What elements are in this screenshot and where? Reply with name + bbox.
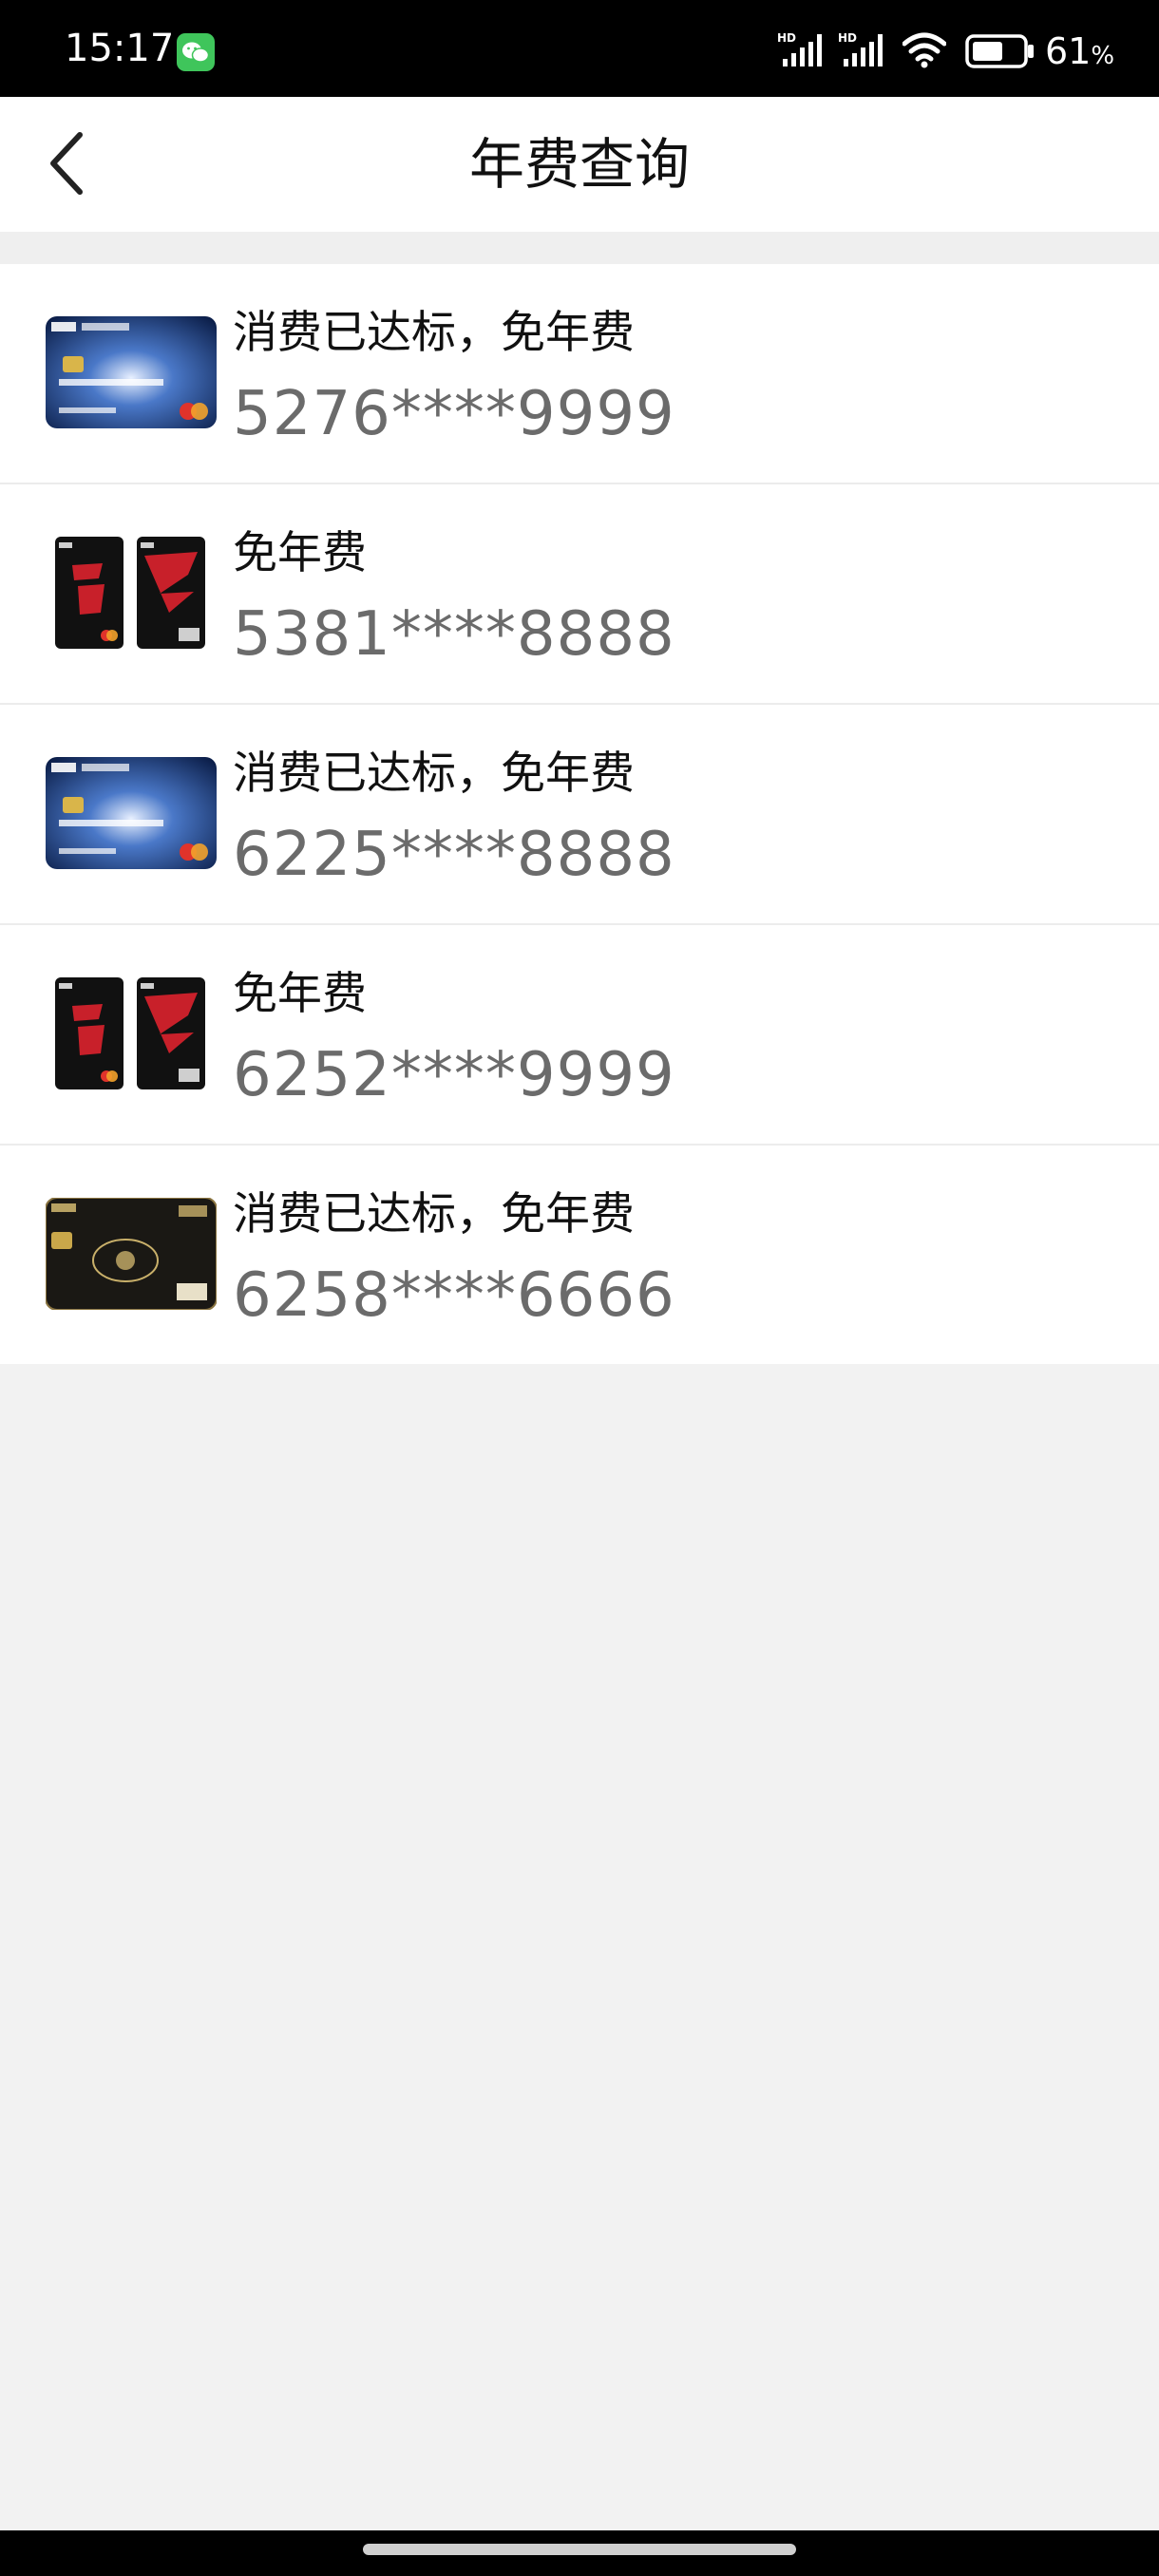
wifi-icon [902, 32, 946, 68]
fee-status: 消费已达标，免年费 [233, 1188, 635, 1241]
card-number: 6258****6666 [233, 1260, 675, 1331]
card-row[interactable]: 免年费 5381****8888 [0, 484, 1159, 705]
status-bar: 15:17 HD HD 61% [0, 0, 1159, 97]
signal-icon: HD [838, 31, 883, 66]
page-title: 年费查询 [468, 132, 690, 197]
fee-status: 免年费 [233, 968, 367, 1020]
nav-header: 年费查询 [0, 97, 1159, 232]
status-time: 15:17 [65, 27, 175, 70]
fee-status: 免年费 [233, 527, 367, 579]
icbc-blue-card-image [46, 757, 217, 869]
network-label: HD [777, 31, 796, 45]
fendou-card-image [55, 977, 205, 1089]
card-row[interactable]: 消费已达标，免年费 5276****9999 [0, 264, 1159, 484]
home-indicator[interactable] [363, 2544, 796, 2555]
fee-status: 消费已达标，免年费 [233, 307, 635, 359]
card-number: 5381****8888 [233, 599, 675, 670]
icbc-black-gold-card-image [46, 1198, 217, 1310]
battery-percent: 61% [1045, 30, 1115, 72]
chevron-left-icon[interactable] [42, 125, 99, 201]
fendou-card-image [55, 537, 205, 649]
card-row[interactable]: 消费已达标，免年费 6258****6666 [0, 1146, 1159, 1364]
network-label: HD [838, 31, 857, 45]
card-row[interactable]: 免年费 6252****9999 [0, 925, 1159, 1146]
card-number: 6252****9999 [233, 1040, 675, 1110]
fee-status: 消费已达标，免年费 [233, 748, 635, 800]
signal-icon: HD [777, 31, 822, 66]
icbc-blue-card-image [46, 316, 217, 428]
card-list: 消费已达标，免年费 5276****9999 免年费 5381****8888 [0, 264, 1159, 1364]
section-divider [0, 232, 1159, 264]
card-number: 5276****9999 [233, 379, 675, 449]
card-row[interactable]: 消费已达标，免年费 6225****8888 [0, 705, 1159, 925]
battery-icon [965, 34, 1034, 68]
wechat-icon [177, 33, 215, 71]
card-number: 6225****8888 [233, 820, 675, 890]
home-indicator-area [0, 2530, 1159, 2576]
